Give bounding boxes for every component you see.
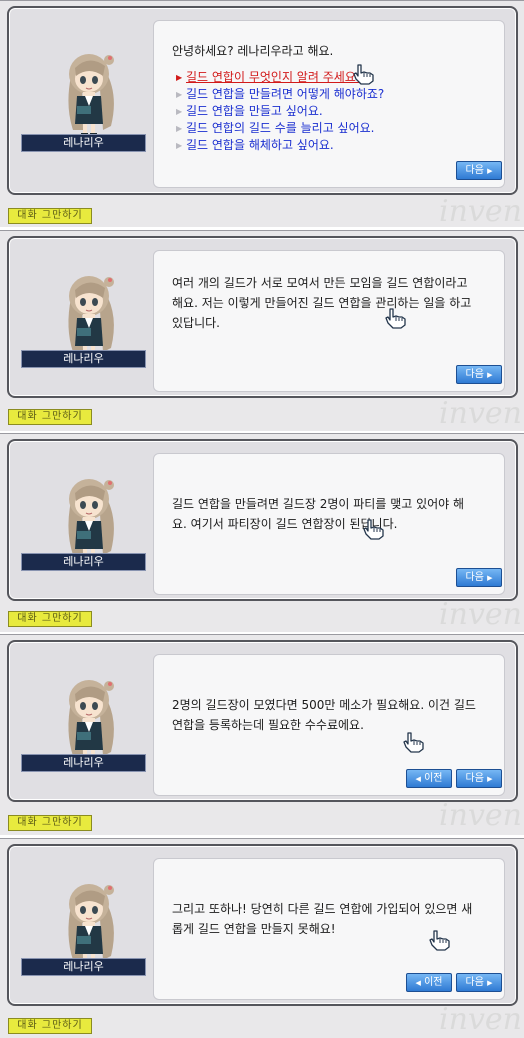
next-button[interactable]: 다음 ▶	[456, 365, 502, 384]
dialog-message: 2명의 길드장이 모였다면 500만 메소가 필요해요. 이건 길드 연합을 등…	[172, 698, 476, 732]
npc-name-tag: 레나리우	[21, 553, 146, 571]
dialog-window: 여러 개의 길드가 서로 모여서 만든 모임을 길드 연합이라고 해요. 저는 …	[7, 236, 518, 398]
hand-cursor-icon	[362, 518, 386, 540]
inven-watermark: inven	[439, 396, 522, 431]
prev-button[interactable]: ◀ 이전	[406, 769, 452, 788]
bullet-arrow-icon: ▶	[176, 124, 183, 133]
dialog-message: 안녕하세요? 레나리우라고 해요.	[172, 44, 334, 58]
next-label: 다음	[465, 773, 484, 784]
npc-name-tag: 레나리우	[21, 350, 146, 368]
dialog-window: 그리고 또하나! 당연히 다른 길드 연합에 가입되어 있으면 새 롭게 길드 …	[7, 844, 518, 1006]
dialog-window: 2명의 길드장이 모였다면 500만 메소가 필요해요. 이건 길드 연합을 등…	[7, 640, 518, 802]
npc-dialog-panel-3: 길드 연합을 만들려면 길드장 2명이 파티를 맺고 있어야 해 요. 여기서 …	[0, 433, 524, 632]
next-arrow-icon: ▶	[487, 371, 493, 379]
npc-portrait	[49, 471, 129, 563]
dialog-option-label: 길드 연합을 만들고 싶어요.	[186, 104, 323, 118]
npc-portrait	[49, 46, 129, 138]
next-label: 다음	[465, 165, 484, 176]
next-label: 다음	[465, 977, 484, 988]
inven-watermark: inven	[439, 1002, 522, 1037]
next-button[interactable]: 다음 ▶	[456, 973, 502, 992]
npc-portrait	[49, 672, 129, 764]
dialog-option-create-alliance[interactable]: ▶ 길드 연합을 만들고 싶어요.	[176, 103, 384, 120]
npc-dialog-panel-4: 2명의 길드장이 모였다면 500만 메소가 필요해요. 이건 길드 연합을 등…	[0, 634, 524, 835]
bullet-arrow-icon: ▶	[176, 141, 183, 150]
end-chat-button[interactable]: 대화 그만하기	[8, 815, 92, 831]
next-arrow-icon: ▶	[487, 775, 493, 783]
end-chat-button[interactable]: 대화 그만하기	[8, 409, 92, 425]
npc-portrait	[49, 876, 129, 968]
npc-portrait	[49, 268, 129, 360]
dialog-option-increase-guilds[interactable]: ▶ 길드 연합의 길드 수를 늘리고 싶어요.	[176, 120, 384, 137]
npc-dialog-panel-1: 안녕하세요? 레나리우라고 해요. ▶ 길드 연합이 무엇인지 알려 주세요. …	[0, 0, 524, 227]
next-label: 다음	[465, 369, 484, 380]
dialog-message: 여러 개의 길드가 서로 모여서 만든 모임을 길드 연합이라고 해요. 저는 …	[172, 276, 472, 330]
bullet-arrow-icon: ▶	[176, 107, 183, 116]
dialog-option-label: 길드 연합이 무엇인지 알려 주세요.	[186, 70, 360, 84]
next-arrow-icon: ▶	[487, 979, 493, 987]
prev-label: 이전	[424, 773, 443, 784]
end-chat-button[interactable]: 대화 그만하기	[8, 611, 92, 627]
hand-cursor-icon	[352, 63, 376, 85]
next-button[interactable]: 다음 ▶	[456, 769, 502, 788]
inven-watermark: inven	[439, 194, 522, 227]
bullet-arrow-icon: ▶	[176, 90, 183, 99]
hand-cursor-icon	[402, 731, 426, 753]
prev-arrow-icon: ◀	[415, 775, 421, 783]
npc-dialog-panel-2: 여러 개의 길드가 서로 모여서 만든 모임을 길드 연합이라고 해요. 저는 …	[0, 230, 524, 431]
hand-cursor-icon	[428, 929, 452, 951]
dialog-text-box: 그리고 또하나! 당연히 다른 길드 연합에 가입되어 있으면 새 롭게 길드 …	[153, 858, 505, 1000]
dialog-option-label: 길드 연합을 만들려면 어떻게 해야하죠?	[186, 87, 385, 101]
end-chat-button[interactable]: 대화 그만하기	[8, 1018, 92, 1034]
next-label: 다음	[465, 572, 484, 583]
npc-dialog-panel-5: 그리고 또하나! 당연히 다른 길드 연합에 가입되어 있으면 새 롭게 길드 …	[0, 838, 524, 1038]
next-button[interactable]: 다음 ▶	[456, 161, 502, 180]
dialog-option-disband-alliance[interactable]: ▶ 길드 연합을 해체하고 싶어요.	[176, 137, 384, 154]
dialog-window: 안녕하세요? 레나리우라고 해요. ▶ 길드 연합이 무엇인지 알려 주세요. …	[7, 6, 518, 195]
inven-watermark: inven	[439, 798, 522, 833]
dialog-text-box: 2명의 길드장이 모였다면 500만 메소가 필요해요. 이건 길드 연합을 등…	[153, 654, 505, 796]
next-button[interactable]: 다음 ▶	[456, 568, 502, 587]
prev-arrow-icon: ◀	[415, 979, 421, 987]
dialog-text-box: 여러 개의 길드가 서로 모여서 만든 모임을 길드 연합이라고 해요. 저는 …	[153, 250, 505, 392]
npc-name-tag: 레나리우	[21, 754, 146, 772]
dialog-option-label: 길드 연합을 해체하고 싶어요.	[186, 138, 334, 152]
prev-label: 이전	[424, 977, 443, 988]
dialog-text-box: 안녕하세요? 레나리우라고 해요. ▶ 길드 연합이 무엇인지 알려 주세요. …	[153, 20, 505, 188]
dialog-message: 길드 연합을 만들려면 길드장 2명이 파티를 맺고 있어야 해 요. 여기서 …	[172, 497, 465, 531]
npc-name-tag: 레나리우	[21, 134, 146, 152]
hand-cursor-icon	[384, 307, 408, 329]
next-arrow-icon: ▶	[487, 167, 493, 175]
inven-watermark: inven	[439, 597, 522, 632]
dialog-text-box: 길드 연합을 만들려면 길드장 2명이 파티를 맺고 있어야 해 요. 여기서 …	[153, 453, 505, 595]
prev-button[interactable]: ◀ 이전	[406, 973, 452, 992]
end-chat-button[interactable]: 대화 그만하기	[8, 208, 92, 224]
dialog-option-label: 길드 연합의 길드 수를 늘리고 싶어요.	[186, 121, 375, 135]
selected-arrow-icon: ▶	[176, 73, 183, 82]
dialog-option-how-to-create[interactable]: ▶ 길드 연합을 만들려면 어떻게 해야하죠?	[176, 86, 384, 103]
next-arrow-icon: ▶	[487, 574, 493, 582]
npc-name-tag: 레나리우	[21, 958, 146, 976]
dialog-window: 길드 연합을 만들려면 길드장 2명이 파티를 맺고 있어야 해 요. 여기서 …	[7, 439, 518, 601]
